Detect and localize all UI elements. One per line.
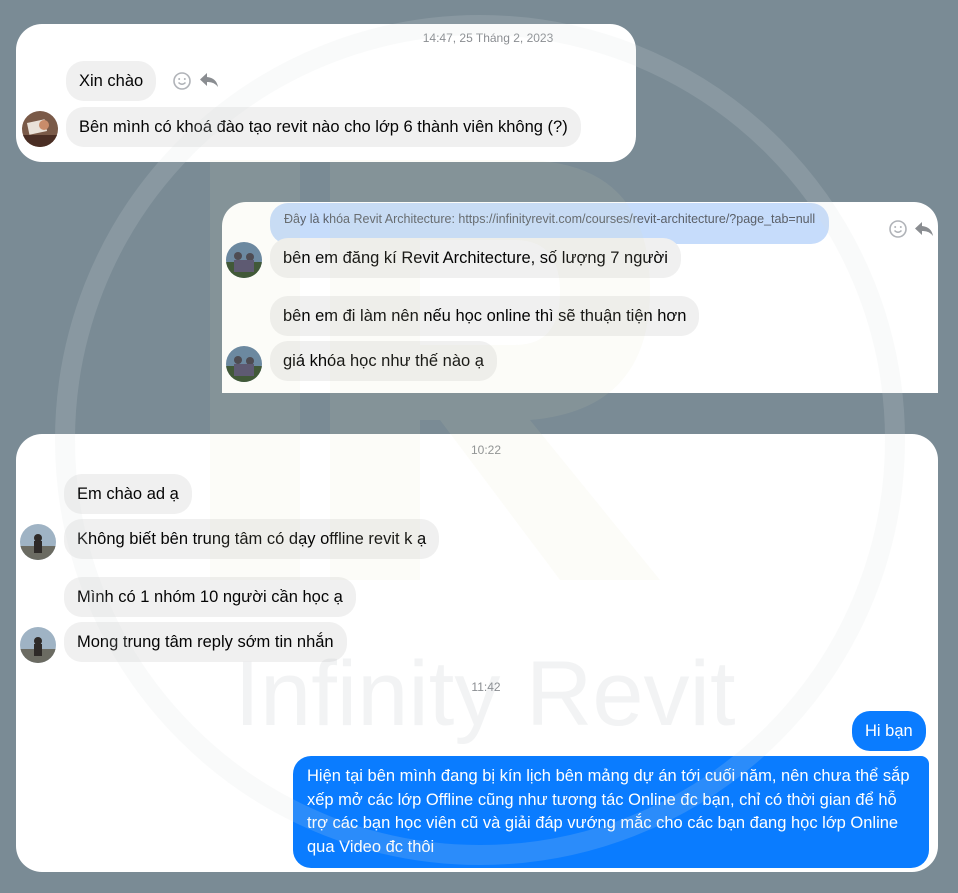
- message-bubble[interactable]: Xin chào: [66, 61, 157, 101]
- message-bubble[interactable]: bên em đi làm nên nếu học online thì sẽ …: [270, 296, 700, 336]
- timestamp: 10:22: [470, 443, 502, 457]
- avatar[interactable]: [22, 111, 58, 147]
- emoji-icon[interactable]: [888, 219, 908, 239]
- avatar[interactable]: [226, 346, 262, 382]
- reply-icon[interactable]: [913, 219, 933, 239]
- message-bubble[interactable]: Mình có 1 nhóm 10 người cần học ạ: [64, 577, 356, 617]
- timestamp: 11:42: [471, 680, 501, 694]
- message-bubble[interactable]: Em chào ad ạ: [64, 474, 192, 514]
- reply-icon[interactable]: [198, 70, 218, 90]
- avatar[interactable]: [20, 524, 56, 560]
- outgoing-message-bubble[interactable]: Hi bạn: [852, 711, 926, 751]
- timestamp: 14:47, 25 Tháng 2, 2023: [422, 31, 554, 45]
- message-bubble[interactable]: Không biết bên trung tâm có dạy offline …: [64, 519, 440, 559]
- message-bubble[interactable]: Mong trung tâm reply sớm tin nhắn: [64, 622, 347, 662]
- message-bubble[interactable]: giá khóa học như thế nào ạ: [270, 341, 497, 381]
- message-bubble[interactable]: Bên mình có khoá đào tạo revit nào cho l…: [66, 107, 581, 147]
- emoji-icon[interactable]: [172, 71, 192, 91]
- avatar[interactable]: [20, 627, 56, 663]
- avatar[interactable]: [226, 242, 262, 278]
- outgoing-message-bubble[interactable]: Hiện tại bên mình đang bị kín lịch bên m…: [293, 756, 929, 868]
- message-bubble[interactable]: bên em đăng kí Revit Architecture, số lư…: [270, 238, 681, 278]
